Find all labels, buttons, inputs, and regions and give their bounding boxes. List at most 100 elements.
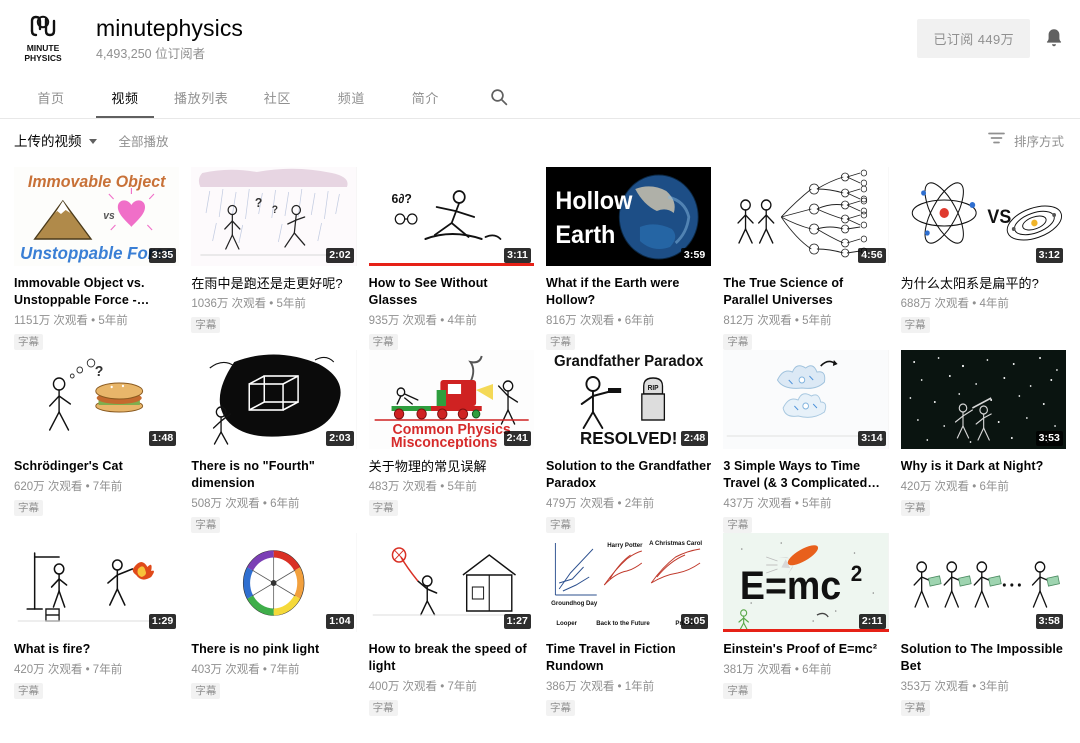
video-card[interactable]: Groundhog Day Harry Potter A Christmas C… bbox=[542, 533, 715, 716]
tab-home[interactable]: 首页 bbox=[14, 76, 88, 118]
play-all-button[interactable]: 全部播放 bbox=[119, 131, 169, 150]
video-title[interactable]: How to break the speed of light bbox=[369, 641, 534, 675]
video-title[interactable]: Why is it Dark at Night? bbox=[901, 458, 1066, 475]
watch-progress-bar bbox=[723, 629, 889, 632]
video-card[interactable]: ? 1:48 Schrödinger's Cat 620万 次观看 • 7年前 … bbox=[10, 350, 183, 533]
video-card[interactable]: 3:58 Solution to The Impossible Bet 353万… bbox=[897, 533, 1070, 716]
video-card[interactable]: VS 3:12 为什么太阳系是扁平的? 688万 次观看 • 4年前 字幕 bbox=[897, 167, 1070, 350]
subscribe-button[interactable]: 已订阅 449万 bbox=[917, 18, 1030, 58]
cc-badge: 字幕 bbox=[545, 334, 575, 350]
video-thumbnail[interactable]: 4:56 bbox=[723, 167, 889, 266]
video-thumbnail[interactable]: 1:27 bbox=[368, 533, 534, 632]
video-title[interactable]: Einstein's Proof of E=mc² bbox=[723, 641, 888, 658]
video-title[interactable]: How to See Without Glasses bbox=[369, 275, 534, 309]
video-thumbnail[interactable]: Groundhog Day Harry Potter A Christmas C… bbox=[545, 533, 712, 632]
cc-badge: 字幕 bbox=[191, 317, 221, 333]
video-thumbnail[interactable]: ? 1:48 bbox=[14, 350, 180, 449]
video-card[interactable]: Hollow Earth 3:59 What if the Earth were… bbox=[542, 167, 715, 350]
channel-tabbar: 首页 视频 播放列表 社区 频道 简介 bbox=[0, 76, 1080, 119]
video-title[interactable]: What is fire? bbox=[14, 641, 179, 658]
video-card[interactable]: 3:14 3 Simple Ways to Time Travel (& 3 C… bbox=[719, 350, 892, 533]
video-title[interactable]: Time Travel in Fiction Rundown bbox=[546, 641, 711, 675]
tab-about[interactable]: 简介 bbox=[388, 76, 462, 118]
video-duration: 2:02 bbox=[326, 248, 354, 263]
video-duration: 2:41 bbox=[503, 431, 531, 446]
chevron-down-icon bbox=[88, 138, 97, 144]
cc-badge: 字幕 bbox=[900, 500, 930, 516]
video-title[interactable]: There is no pink light bbox=[191, 641, 356, 658]
sort-by-label: 排序方式 bbox=[1013, 134, 1064, 149]
video-title[interactable]: There is no "Fourth" dimension bbox=[191, 458, 356, 492]
sort-icon bbox=[988, 131, 1005, 150]
bell-icon[interactable] bbox=[1044, 27, 1064, 49]
video-duration: 1:27 bbox=[503, 614, 531, 629]
video-card[interactable]: Immovable Object vs Unstoppable Force 3:… bbox=[10, 167, 183, 350]
filter-left-group: 上传的视频 全部播放 bbox=[14, 130, 169, 150]
video-title[interactable]: 关于物理的常见误解 bbox=[369, 458, 534, 475]
video-card[interactable]: 3:53 Why is it Dark at Night? 420万 次观看 •… bbox=[897, 350, 1070, 533]
video-title[interactable]: Schrödinger's Cat bbox=[14, 458, 179, 475]
video-thumbnail[interactable]: VS 3:12 bbox=[900, 167, 1066, 266]
video-meta: 1151万 次观看 • 5年前 bbox=[14, 315, 128, 327]
video-thumbnail[interactable]: Grandfather Paradox RIP RESOLVED! 2:48 bbox=[545, 350, 712, 449]
uploads-dropdown-label: 上传的视频 bbox=[14, 134, 82, 149]
video-title[interactable]: Solution to The Impossible Bet bbox=[901, 641, 1066, 675]
tab-channels[interactable]: 频道 bbox=[314, 76, 388, 118]
video-title[interactable]: 3 Simple Ways to Time Travel (& 3 Compli… bbox=[723, 458, 888, 492]
video-card[interactable]: 2:03 There is no "Fourth" dimension 508万… bbox=[187, 350, 360, 533]
tab-playlists[interactable]: 播放列表 bbox=[162, 76, 240, 118]
video-thumbnail[interactable]: 6∂? 3:11 bbox=[368, 167, 534, 266]
svg-text:E=mc: E=mc bbox=[740, 564, 841, 608]
svg-text:Back to the Future: Back to the Future bbox=[596, 620, 650, 627]
cc-badge: 字幕 bbox=[723, 334, 753, 350]
watch-progress-bar bbox=[368, 263, 534, 266]
video-thumbnail[interactable]: ? ? 2:02 bbox=[191, 167, 357, 266]
svg-text:?: ? bbox=[272, 204, 278, 216]
video-thumbnail[interactable]: Common Physics Misconceptions 2:41 bbox=[368, 350, 534, 449]
video-thumbnail[interactable]: Hollow Earth 3:59 bbox=[545, 167, 712, 266]
video-duration: 3:14 bbox=[858, 431, 886, 446]
tab-videos[interactable]: 视频 bbox=[88, 76, 162, 118]
video-title[interactable]: 在雨中是跑还是走更好呢? bbox=[191, 275, 356, 292]
video-thumbnail[interactable]: 3:53 bbox=[900, 350, 1066, 449]
video-card[interactable]: 4:56 The True Science of Parallel Univer… bbox=[719, 167, 892, 350]
video-card[interactable]: Common Physics Misconceptions 2:41 关于物理的… bbox=[365, 350, 538, 533]
svg-text:Misconceptions: Misconceptions bbox=[391, 435, 497, 449]
video-thumbnail[interactable]: 3:58 bbox=[900, 533, 1066, 632]
video-duration: 3:12 bbox=[1035, 248, 1063, 263]
video-title[interactable]: What if the Earth were Hollow? bbox=[546, 275, 711, 309]
video-title[interactable]: The True Science of Parallel Universes bbox=[723, 275, 888, 309]
video-thumbnail[interactable]: Immovable Object vs Unstoppable Force 3:… bbox=[14, 167, 180, 266]
video-meta: 400万 次观看 • 7年前 bbox=[368, 681, 477, 693]
video-card[interactable]: 1:27 How to break the speed of light 400… bbox=[365, 533, 538, 716]
video-thumbnail[interactable]: 3:14 bbox=[723, 350, 889, 449]
video-card[interactable]: 1:04 There is no pink light 403万 次观看 • 7… bbox=[187, 533, 360, 716]
video-meta: 420万 次观看 • 7年前 bbox=[14, 664, 123, 676]
video-title[interactable]: 为什么太阳系是扁平的? bbox=[901, 275, 1066, 292]
video-card[interactable]: 1:29 What is fire? 420万 次观看 • 7年前 字幕 bbox=[10, 533, 183, 716]
sort-by-control[interactable]: 排序方式 bbox=[988, 131, 1064, 150]
video-card[interactable]: Grandfather Paradox RIP RESOLVED! 2:48 S… bbox=[542, 350, 715, 533]
video-card[interactable]: 6∂? 3:11 How to See Without Glasses 935万… bbox=[365, 167, 538, 350]
subscriber-count: 4,493,250 位订阅者 bbox=[96, 47, 206, 61]
video-title[interactable]: Solution to the Grandfather Paradox bbox=[546, 458, 711, 492]
header-actions: 已订阅 449万 bbox=[917, 18, 1064, 58]
tab-playlists-label: 播放列表 bbox=[174, 90, 229, 106]
video-duration: 4:56 bbox=[858, 248, 886, 263]
video-meta: 353万 次观看 • 3年前 bbox=[900, 681, 1009, 693]
video-duration: 2:48 bbox=[680, 431, 709, 446]
svg-text:VS: VS bbox=[987, 205, 1011, 227]
uploads-dropdown[interactable]: 上传的视频 bbox=[14, 130, 97, 150]
video-title[interactable]: Immovable Object vs. Unstoppable Force -… bbox=[14, 275, 179, 309]
video-thumbnail[interactable]: 1:29 bbox=[14, 533, 180, 632]
video-thumbnail[interactable]: 1:04 bbox=[191, 533, 357, 632]
channel-avatar[interactable]: MINUTE PHYSICS bbox=[12, 7, 74, 69]
search-icon[interactable] bbox=[476, 76, 522, 118]
tab-community[interactable]: 社区 bbox=[240, 76, 314, 118]
video-thumbnail[interactable]: E=mc 2 2:11 bbox=[723, 533, 889, 632]
video-duration: 1:29 bbox=[148, 614, 177, 629]
video-thumbnail[interactable]: 2:03 bbox=[191, 350, 357, 449]
svg-text:Earth: Earth bbox=[555, 221, 615, 249]
video-card[interactable]: E=mc 2 2:11 Einstein's Proof of E=mc² 38… bbox=[719, 533, 892, 716]
video-card[interactable]: ? ? 2:02 在雨中是跑还是走更好呢? 1036万 次观看 • 5年前 字幕 bbox=[187, 167, 360, 350]
